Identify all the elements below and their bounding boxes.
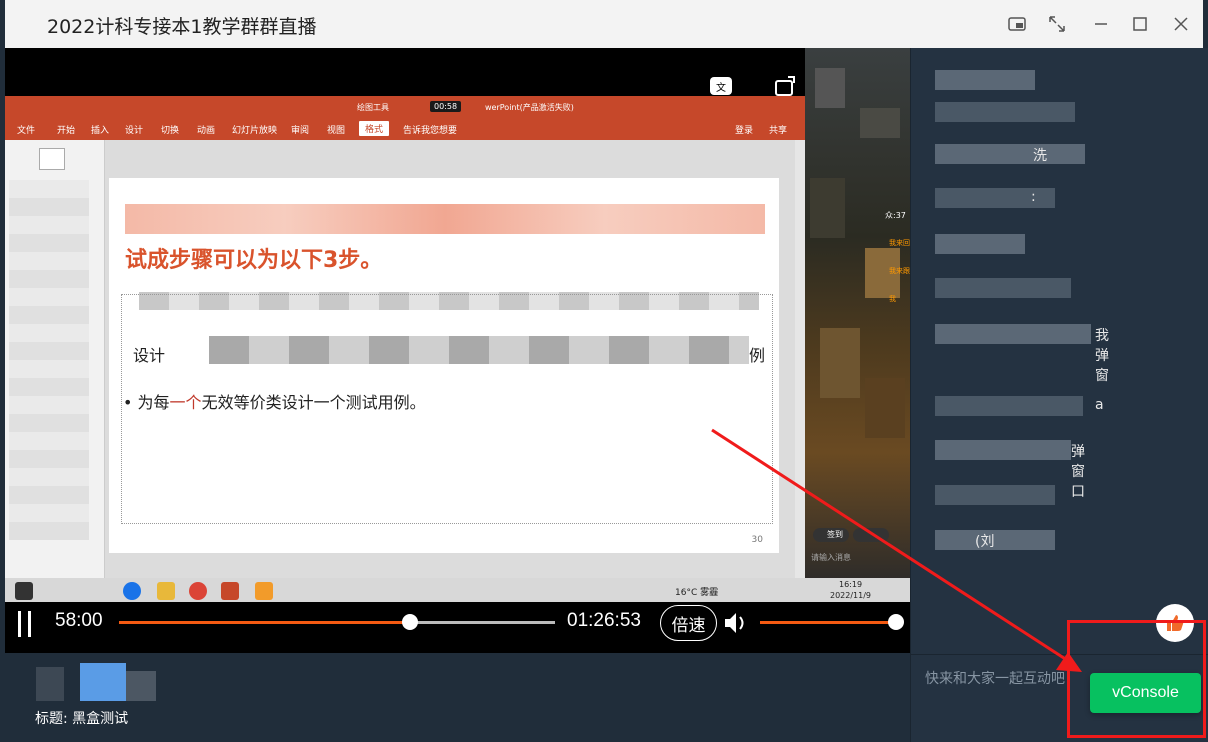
volume-knob[interactable] — [888, 614, 904, 630]
current-time: 58:00 — [55, 610, 103, 631]
total-time: 01:26:53 — [567, 610, 641, 631]
comment-placeholder: 请输入消息 — [811, 553, 851, 562]
window-title: 2022计科专接本1教学群群直播 — [47, 16, 317, 38]
window-titlebar: 2022计科专接本1教学群群直播 — [5, 0, 1203, 48]
rotate-screen-icon[interactable] — [767, 68, 803, 104]
stream-title: 标题: 黑盒测试 — [35, 711, 129, 727]
subtitle-toggle-icon[interactable]: 文 — [703, 68, 739, 104]
fullscreen-icon[interactable] — [1043, 10, 1071, 38]
picture-in-picture-icon[interactable] — [1003, 10, 1031, 38]
video-player[interactable]: 众:37 我来回 我来跟 我 签到 请输入消息 绘图工具 werPoint(产品… — [5, 48, 910, 653]
weather: 16°C 雾霾 — [675, 588, 719, 598]
side-item-1: 我来回 — [889, 239, 910, 247]
ppt-tell-me: 告诉我您想要 — [403, 126, 458, 136]
ppt-tab: 设计 — [125, 126, 144, 136]
svg-text:文: 文 — [716, 81, 726, 94]
side-item-3: 我 — [889, 295, 896, 303]
ppt-tab: 审阅 — [291, 126, 310, 136]
pause-icon[interactable] — [15, 611, 35, 637]
annotation-box — [1067, 620, 1206, 738]
side-item-2: 我来跟 — [889, 267, 910, 275]
app-root: 2022计科专接本1教学群群直播 众:37 我来回 我来跟 我 签到 请输入消息… — [0, 0, 1208, 742]
edge-icon — [123, 582, 141, 600]
rec-time: 00:58 — [430, 101, 462, 112]
shared-screen-powerpoint: 绘图工具 werPoint(产品激活失败) 00:58 文件 开始 插入 设计 … — [5, 96, 805, 626]
speed-button[interactable]: 倍速 — [660, 605, 717, 641]
volume-slider[interactable] — [760, 614, 904, 630]
ppt-share: 共享 — [769, 126, 788, 136]
online-count: 众:37 — [885, 211, 906, 220]
progress-fill — [119, 621, 410, 624]
taskbar-clock: 16:19 2022/11/9 — [830, 580, 872, 600]
stream-info: 标题: 黑盒测试 — [0, 653, 910, 742]
minimize-icon[interactable] — [1087, 10, 1115, 38]
slide: 试成步骤可以为以下3步。 设计 例 • 为每一个无效等价类设计一个测试用例。 3… — [109, 178, 779, 553]
progress-bar[interactable] — [119, 614, 555, 630]
progress-knob[interactable] — [401, 614, 418, 630]
app-icon — [255, 582, 273, 600]
text-selection-box — [121, 294, 773, 524]
ppt-tab: 文件 — [17, 126, 36, 136]
chrome-icon — [189, 582, 207, 600]
presenter-camera-blurred: 众:37 我来回 我来跟 我 签到 请输入消息 — [805, 48, 910, 588]
avatar — [80, 663, 126, 701]
ppt-tab: 动画 — [197, 126, 216, 136]
maximize-icon[interactable] — [1126, 10, 1154, 38]
ppt-tab: 视图 — [327, 126, 346, 136]
player-controls: 58:00 01:26:53 倍速 — [5, 602, 910, 646]
folder-icon — [157, 582, 175, 600]
volume-icon[interactable] — [721, 608, 751, 638]
ppt-thumbnail-pane — [5, 140, 105, 578]
sign-in-chip: 签到 — [813, 528, 849, 542]
windows-start-icon — [15, 582, 33, 600]
ppt-tab: 开始 — [57, 126, 76, 136]
ppt-ribbon: 绘图工具 werPoint(产品激活失败) 00:58 文件 开始 插入 设计 … — [5, 96, 805, 140]
ppt-tab: 插入 — [91, 126, 110, 136]
slide-title: 试成步骤可以为以下3步。 — [125, 248, 383, 273]
ppt-login: 登录 — [735, 126, 754, 136]
ppt-drawing-tools: 绘图工具 — [357, 103, 389, 112]
shared-taskbar: 16°C 雾霾 16:19 2022/11/9 — [5, 578, 910, 604]
reward-chip — [853, 528, 889, 542]
powerpoint-icon — [221, 582, 239, 600]
ppt-slide-canvas: 试成步骤可以为以下3步。 设计 例 • 为每一个无效等价类设计一个测试用例。 3… — [105, 140, 795, 578]
ppt-tabs: 文件 开始 插入 设计 切换 动画 幻灯片放映 审阅 视图 格式 告诉我您想要 … — [5, 120, 805, 138]
slide-page-number: 30 — [751, 535, 763, 545]
chat-input[interactable]: 快来和大家一起互动吧 — [925, 668, 1065, 688]
ppt-tab: 切换 — [161, 126, 180, 136]
ppt-tab: 幻灯片放映 — [232, 126, 278, 136]
ppt-doc-title: werPoint(产品激活失败) — [485, 103, 574, 112]
ppt-tab-active: 格式 — [359, 121, 390, 136]
close-icon[interactable] — [1167, 10, 1195, 38]
